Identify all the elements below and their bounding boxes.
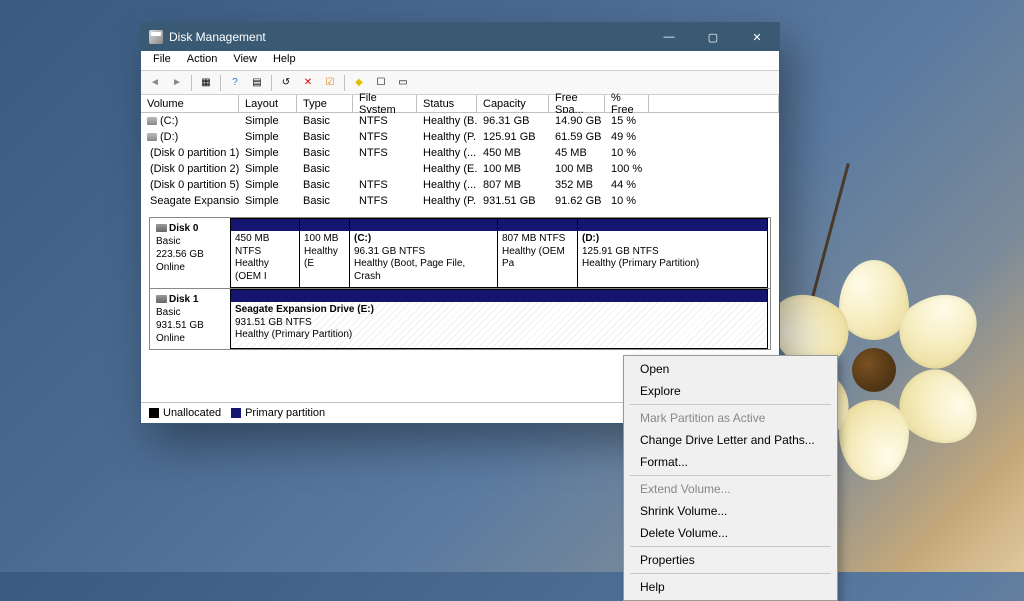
ctx-open[interactable]: Open — [626, 358, 835, 380]
titlebar[interactable]: Disk Management — ▢ ✕ — [141, 23, 779, 51]
ctx-help[interactable]: Help — [626, 576, 835, 598]
refresh-icon[interactable]: ↺ — [276, 73, 296, 93]
menu-file[interactable]: File — [145, 51, 179, 70]
ctx-extend: Extend Volume... — [626, 478, 835, 500]
forward-icon[interactable]: ► — [167, 73, 187, 93]
col-type[interactable]: Type — [297, 95, 353, 112]
volume-list-header: Volume Layout Type File System Status Ca… — [141, 95, 779, 113]
back-icon[interactable]: ◄ — [145, 73, 165, 93]
partition[interactable]: 450 MB NTFSHealthy (OEM I — [230, 218, 300, 288]
volume-row[interactable]: (D:)SimpleBasicNTFSHealthy (P...125.91 G… — [141, 129, 779, 145]
wizard-icon[interactable]: ◆ — [349, 73, 369, 93]
col-capacity[interactable]: Capacity — [477, 95, 549, 112]
disk-icon — [156, 224, 167, 232]
app-icon — [149, 30, 163, 44]
disk-graphic-panel: Disk 0Basic223.56 GBOnline450 MB NTFSHea… — [149, 217, 771, 350]
close-button[interactable]: ✕ — [735, 23, 779, 51]
col-status[interactable]: Status — [417, 95, 477, 112]
partition-map: Seagate Expansion Drive (E:)931.51 GB NT… — [230, 289, 770, 349]
volume-row[interactable]: Seagate Expansion...SimpleBasicNTFSHealt… — [141, 193, 779, 209]
list-icon[interactable]: ▭ — [393, 73, 413, 93]
help-icon[interactable]: ? — [225, 73, 245, 93]
partition[interactable]: (C:)96.31 GB NTFSHealthy (Boot, Page Fil… — [350, 218, 498, 288]
col-volume[interactable]: Volume — [141, 95, 239, 112]
partition[interactable]: Seagate Expansion Drive (E:)931.51 GB NT… — [230, 289, 768, 349]
col-filesystem[interactable]: File System — [353, 95, 417, 112]
volume-row[interactable]: (Disk 0 partition 2)SimpleBasicHealthy (… — [141, 161, 779, 177]
legend-unallocated: Unallocated — [163, 407, 221, 419]
ctx-delete[interactable]: Delete Volume... — [626, 522, 835, 544]
volume-row[interactable]: (C:)SimpleBasicNTFSHealthy (B...96.31 GB… — [141, 113, 779, 129]
volume-list: (C:)SimpleBasicNTFSHealthy (B...96.31 GB… — [141, 113, 779, 209]
legend-primary-swatch — [231, 408, 241, 418]
details-icon[interactable]: ▤ — [247, 73, 267, 93]
maximize-button[interactable]: ▢ — [691, 23, 735, 51]
menu-view[interactable]: View — [225, 51, 265, 70]
delete-icon[interactable]: ✕ — [298, 73, 318, 93]
disk-info: Disk 1Basic931.51 GBOnline — [150, 289, 230, 349]
volume-row[interactable]: (Disk 0 partition 1)SimpleBasicNTFSHealt… — [141, 145, 779, 161]
legend-primary: Primary partition — [245, 407, 325, 419]
partition-map: 450 MB NTFSHealthy (OEM I100 MBHealthy (… — [230, 218, 770, 288]
volume-icon — [147, 117, 157, 125]
col-pct[interactable]: % Free — [605, 95, 649, 112]
toolbar: ◄ ► ▦ ? ▤ ↺ ✕ ☑ ◆ ☐ ▭ — [141, 71, 779, 95]
menu-action[interactable]: Action — [179, 51, 226, 70]
col-free[interactable]: Free Spa... — [549, 95, 605, 112]
partition[interactable]: 100 MBHealthy (E — [300, 218, 350, 288]
grid-view-icon[interactable]: ▦ — [196, 73, 216, 93]
context-menu: Open Explore Mark Partition as Active Ch… — [623, 355, 838, 601]
window-controls: — ▢ ✕ — [647, 23, 779, 51]
menubar: File Action View Help — [141, 51, 779, 71]
disk-info: Disk 0Basic223.56 GBOnline — [150, 218, 230, 288]
menu-help[interactable]: Help — [265, 51, 304, 70]
ctx-properties[interactable]: Properties — [626, 549, 835, 571]
decor-stem — [795, 163, 850, 357]
legend-unallocated-swatch — [149, 408, 159, 418]
ctx-mark-active: Mark Partition as Active — [626, 407, 835, 429]
check-icon[interactable]: ☑ — [320, 73, 340, 93]
disk-icon[interactable]: ☐ — [371, 73, 391, 93]
ctx-format[interactable]: Format... — [626, 451, 835, 473]
disk-row: Disk 1Basic931.51 GBOnlineSeagate Expans… — [150, 289, 770, 349]
disk-row: Disk 0Basic223.56 GBOnline450 MB NTFSHea… — [150, 218, 770, 289]
volume-icon — [147, 133, 157, 141]
window-title: Disk Management — [169, 30, 266, 44]
ctx-change-letter[interactable]: Change Drive Letter and Paths... — [626, 429, 835, 451]
disk-icon — [156, 295, 167, 303]
minimize-button[interactable]: — — [647, 23, 691, 51]
ctx-explore[interactable]: Explore — [626, 380, 835, 402]
partition[interactable]: 807 MB NTFSHealthy (OEM Pa — [498, 218, 578, 288]
col-layout[interactable]: Layout — [239, 95, 297, 112]
ctx-shrink[interactable]: Shrink Volume... — [626, 500, 835, 522]
partition[interactable]: (D:)125.91 GB NTFSHealthy (Primary Parti… — [578, 218, 768, 288]
volume-row[interactable]: (Disk 0 partition 5)SimpleBasicNTFSHealt… — [141, 177, 779, 193]
